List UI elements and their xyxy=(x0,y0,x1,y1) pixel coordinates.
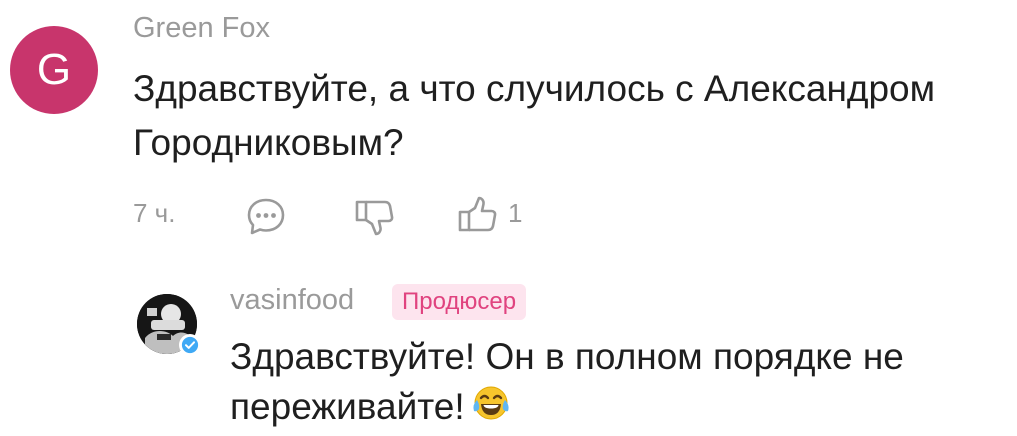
comment-actions: 7 ч. 1 xyxy=(133,194,633,238)
reply-text: Здравствуйте! Он в полном порядке не пер… xyxy=(230,336,904,427)
verified-badge-icon xyxy=(179,334,201,356)
comment-time: 7 ч. xyxy=(133,198,176,228)
reply-author[interactable]: vasinfood xyxy=(230,284,354,317)
dislike-icon[interactable] xyxy=(352,194,396,238)
producer-badge: Продюсер xyxy=(392,284,527,320)
avatar-letter: G xyxy=(36,45,72,94)
like-icon[interactable] xyxy=(455,194,499,238)
reply-avatar[interactable] xyxy=(137,294,201,356)
comment-text: Здравствуйте, а что случилось с Александ… xyxy=(133,68,936,163)
face-with-tears-of-joy-icon xyxy=(471,383,511,436)
reply-icon[interactable] xyxy=(244,194,288,238)
comment-author[interactable]: Green Fox xyxy=(133,12,270,45)
avatar[interactable]: G xyxy=(10,26,98,114)
like-count: 1 xyxy=(508,198,523,228)
reply-text-block: Здравствуйте! Он в полном порядке не пер… xyxy=(230,332,990,436)
